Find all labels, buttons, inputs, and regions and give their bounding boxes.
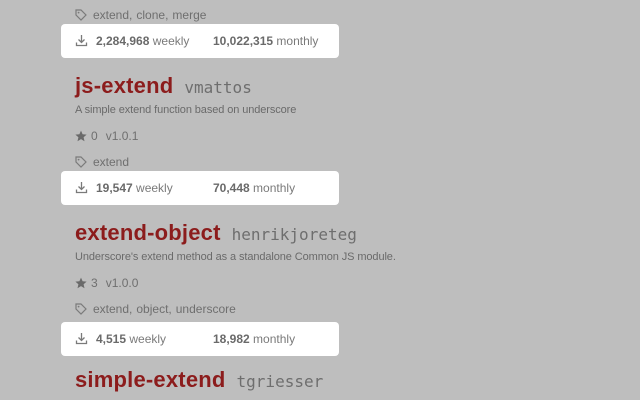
downloads-box: 19,547 weekly 70,448 monthly [61,171,339,205]
tag-link[interactable]: underscore [176,302,236,316]
package-header: simple-extend tgriesser [75,367,323,393]
package-tags: extend [75,155,129,169]
package-name-link[interactable]: js-extend [75,73,173,99]
monthly-downloads: 10,022,315 monthly [213,34,318,48]
search-results-page: extend, clone, merge 2,284,968 weekly 10… [0,0,640,400]
tag-separator: , [165,8,169,22]
tag-separator: , [129,8,133,22]
download-icon [75,332,88,345]
weekly-downloads-count: 19,547 [96,181,133,195]
package-version: v1.0.1 [105,129,139,143]
tag-link[interactable]: extend [93,155,129,169]
package-version: v1.0.0 [105,276,139,290]
monthly-label: monthly [253,181,296,195]
downloads-box: 4,515 weekly 18,982 monthly [61,322,339,356]
package-author-link[interactable]: vmattos [184,78,251,97]
monthly-downloads-count: 10,022,315 [213,34,274,48]
weekly-downloads: 19,547 weekly [96,181,173,195]
monthly-label: monthly [253,332,296,346]
tag-link[interactable]: extend [93,8,129,22]
package-description: Underscore's extend method as a standalo… [75,251,396,263]
downloads-box: 2,284,968 weekly 10,022,315 monthly [61,24,339,58]
package-description: A simple extend function based on unders… [75,104,297,116]
monthly-downloads-count: 70,448 [213,181,250,195]
star-count: 0 [91,129,98,143]
package-header: js-extend vmattos [75,73,252,99]
star-count: 3 [91,276,98,290]
download-icon [75,34,88,47]
tag-icon [75,303,87,315]
package-name-link[interactable]: extend-object [75,220,221,246]
tag-link[interactable]: merge [172,8,206,22]
star-icon [75,277,87,289]
weekly-label: weekly [152,34,190,48]
tag-link[interactable]: clone [136,8,165,22]
package-header: extend-object henrikjoreteg [75,220,357,246]
monthly-downloads: 70,448 monthly [213,181,295,195]
package-meta: 3 v1.0.0 [75,276,138,290]
weekly-downloads-count: 2,284,968 [96,34,150,48]
star-icon [75,130,87,142]
tag-icon [75,9,87,21]
weekly-label: weekly [136,181,173,195]
tag-separator: , [168,302,172,316]
tag-separator: , [129,302,133,316]
package-meta: 0 v1.0.1 [75,129,138,143]
weekly-downloads: 4,515 weekly [96,332,166,346]
package-author-link[interactable]: tgriesser [237,372,324,391]
package-author-link[interactable]: henrikjoreteg [232,225,357,244]
monthly-downloads-count: 18,982 [213,332,250,346]
weekly-downloads: 2,284,968 weekly [96,34,189,48]
weekly-label: weekly [129,332,167,346]
package-name-link[interactable]: simple-extend [75,367,226,393]
tag-icon [75,156,87,168]
monthly-downloads: 18,982 monthly [213,332,295,346]
download-icon [75,181,88,194]
weekly-downloads-count: 4,515 [96,332,127,346]
monthly-label: monthly [276,34,319,48]
tag-link[interactable]: extend [93,302,129,316]
package-tags: extend, clone, merge [75,8,206,22]
tag-link[interactable]: object [136,302,168,316]
package-tags: extend, object, underscore [75,302,236,316]
